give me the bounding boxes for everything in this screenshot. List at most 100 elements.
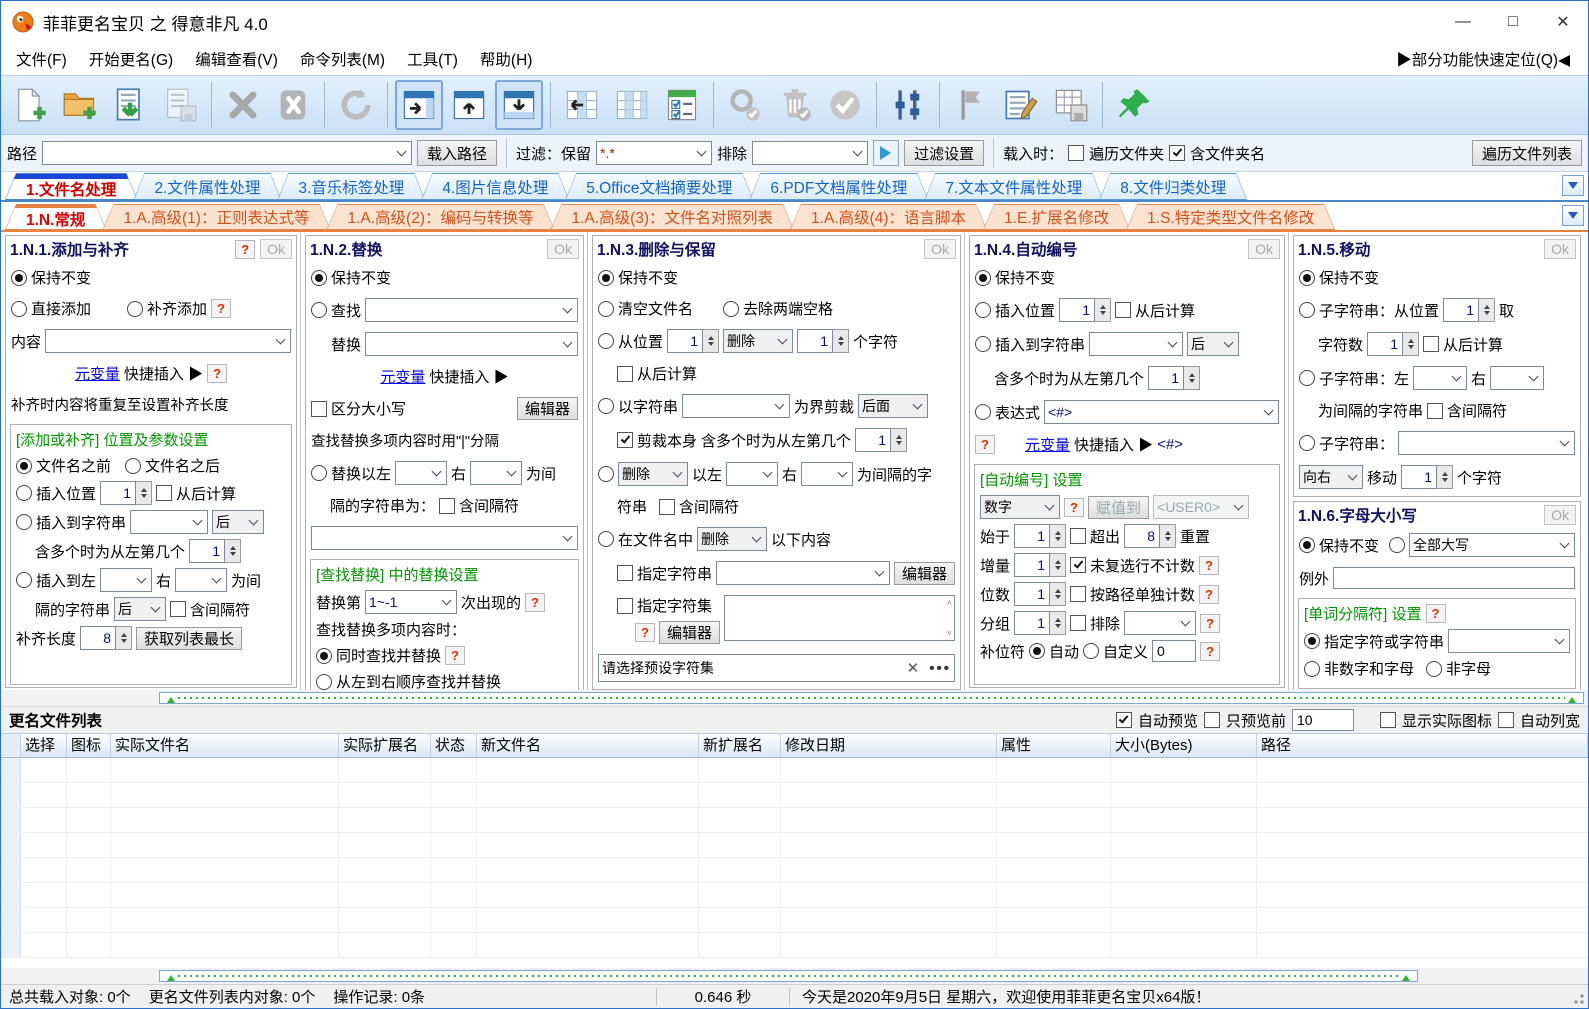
radio-keep[interactable]	[1299, 269, 1315, 286]
ok-button[interactable]: Ok	[1544, 505, 1576, 525]
path-combo[interactable]	[42, 141, 413, 165]
tab-file-attr[interactable]: 2.文件属性处理	[133, 173, 281, 200]
overflow-spinner[interactable]: 8	[1124, 524, 1177, 548]
radio-keep[interactable]	[1299, 537, 1315, 553]
table-save-button[interactable]	[1047, 80, 1095, 130]
from-back-checkbox[interactable]	[617, 365, 633, 382]
radio-non-alpha[interactable]	[1426, 660, 1443, 677]
start-spinner[interactable]: 1	[1014, 524, 1067, 548]
help-button[interactable]: ?	[1200, 613, 1221, 633]
radio-spec-char[interactable]	[1304, 633, 1320, 649]
find-combo[interactable]	[365, 298, 578, 322]
editor-button[interactable]: 编辑器	[659, 621, 721, 644]
exclude-combo[interactable]	[752, 141, 869, 165]
radio-keep[interactable]	[311, 269, 327, 286]
flag-mark-button[interactable]	[947, 80, 995, 130]
column-header-new-name[interactable]: 新文件名	[477, 734, 699, 757]
direction-combo[interactable]: 向右	[1299, 465, 1363, 489]
case-mode-combo[interactable]: 全部大写	[1409, 533, 1575, 557]
overflow-checkbox[interactable]	[1070, 528, 1087, 544]
grid-columns-view-button[interactable]	[608, 80, 656, 130]
search-files-button[interactable]	[721, 80, 769, 130]
column-header-real-name[interactable]: 实际文件名	[111, 734, 339, 757]
replace-combo[interactable]	[365, 332, 578, 356]
main-tabs-dropdown-button[interactable]	[1562, 175, 1584, 196]
panel-top-view-button[interactable]	[445, 80, 493, 130]
radio-expression[interactable]	[975, 404, 991, 420]
radio-substr-between[interactable]	[1299, 370, 1315, 386]
help-button[interactable]: ?	[235, 239, 256, 259]
menu-start-rename[interactable]: 开始更名(G)	[78, 44, 184, 74]
from-pos-spinner[interactable]: 1	[667, 329, 720, 353]
quick-locate-label[interactable]: ▶部分功能快速定位(Q)◀	[1396, 48, 1584, 70]
help-button[interactable]: ?	[1064, 497, 1084, 517]
in-name-mode-combo[interactable]: 删除	[697, 527, 768, 551]
help-button[interactable]: ?	[207, 364, 228, 383]
spec-char-combo[interactable]	[1448, 629, 1570, 653]
occurrence-combo[interactable]: 1~-1	[365, 590, 458, 614]
radio-before-name[interactable]	[16, 457, 32, 474]
subtab-script[interactable]: 1.A.高级(4)：语言脚本	[790, 204, 987, 230]
walk-file-list-button[interactable]: 遍历文件列表	[1471, 140, 1582, 166]
substr-pos-spinner[interactable]: 1	[1443, 298, 1496, 322]
tab-music-tag[interactable]: 3.音乐标签处理	[277, 173, 425, 200]
exclude-checkbox[interactable]	[1070, 615, 1087, 631]
right-sep-combo[interactable]	[470, 461, 523, 485]
tab-filename[interactable]: 1.文件名处理	[5, 173, 137, 200]
subtab-regex[interactable]: 1.A.高级(1)：正则表达式等	[102, 204, 330, 230]
custom-pad-input[interactable]	[1152, 640, 1197, 662]
metavar-link[interactable]: 元变量	[1025, 434, 1070, 455]
charset-textarea[interactable]: ˄ ˅	[724, 595, 955, 641]
number-type-combo[interactable]: 数字	[980, 495, 1060, 519]
radio-keep[interactable]	[11, 269, 27, 286]
insert-pos-spinner[interactable]: 1	[1059, 298, 1112, 322]
subtab-encoding[interactable]: 1.A.高级(2)：编码与转换等	[326, 204, 554, 230]
include-sep-checkbox[interactable]	[170, 601, 187, 617]
radio-substr-pos[interactable]	[1299, 302, 1315, 318]
radio-insert-to-string[interactable]	[16, 514, 32, 530]
tab-file-classify[interactable]: 8.文件归类处理	[1099, 173, 1247, 200]
right-sep-combo[interactable]	[175, 568, 228, 592]
help-button[interactable]: ?	[635, 623, 655, 642]
radio-insert-pos[interactable]	[16, 485, 32, 501]
insert-pos-spinner[interactable]: 1	[100, 481, 153, 505]
assign-target-combo[interactable]: <USER0>	[1153, 495, 1250, 519]
ok-button[interactable]: Ok	[260, 239, 292, 259]
subtab-normal[interactable]: 1.N.常规	[5, 204, 106, 230]
radio-non-alnum[interactable]	[1304, 660, 1320, 677]
tab-office-summary[interactable]: 5.Office文档摘要处理	[565, 173, 753, 200]
spec-string-combo[interactable]	[716, 561, 890, 585]
grid-left-view-button[interactable]	[558, 80, 606, 130]
left-sep-combo[interactable]	[726, 462, 779, 486]
menu-edit-view[interactable]: 编辑查看(V)	[184, 44, 289, 74]
include-sep-checkbox[interactable]	[439, 497, 456, 514]
radio-direct-add[interactable]	[11, 300, 27, 317]
file-table-body[interactable]	[1, 758, 1588, 968]
radio-after-name[interactable]	[125, 457, 142, 474]
filter-settings-button[interactable]: 过滤设置	[904, 140, 985, 166]
radio-pad-add[interactable]	[127, 300, 144, 317]
ok-button[interactable]: Ok	[1544, 239, 1576, 259]
from-back-checkbox[interactable]	[156, 485, 173, 501]
column-header-select[interactable]: 选择	[21, 734, 67, 757]
help-button[interactable]: ?	[1425, 604, 1446, 623]
refresh-button[interactable]	[332, 80, 380, 130]
case-sensitive-checkbox[interactable]	[311, 400, 327, 417]
radio-find[interactable]	[311, 302, 327, 318]
ok-button[interactable]: Ok	[547, 239, 579, 259]
include-folder-name-checkbox[interactable]	[1169, 145, 1186, 161]
preview-first-checkbox[interactable]	[1203, 712, 1220, 728]
left-sep-combo[interactable]	[100, 568, 153, 592]
radio-in-name[interactable]	[598, 531, 614, 547]
assign-to-button[interactable]: 赋值到	[1088, 495, 1150, 519]
ok-button[interactable]: Ok	[924, 239, 956, 259]
help-button[interactable]: ?	[445, 646, 466, 665]
between-mode-combo[interactable]: 删除	[618, 462, 688, 486]
sep-pos-combo[interactable]: 后	[114, 597, 167, 621]
panel-bottom-view-button[interactable]	[495, 80, 543, 130]
menu-tools[interactable]: 工具(T)	[396, 44, 469, 74]
add-folder-button[interactable]	[56, 80, 104, 130]
sub-tabs-dropdown-button[interactable]	[1562, 205, 1584, 226]
menu-command-list[interactable]: 命令列表(M)	[289, 44, 396, 74]
column-header-attr[interactable]: 属性	[997, 734, 1111, 757]
